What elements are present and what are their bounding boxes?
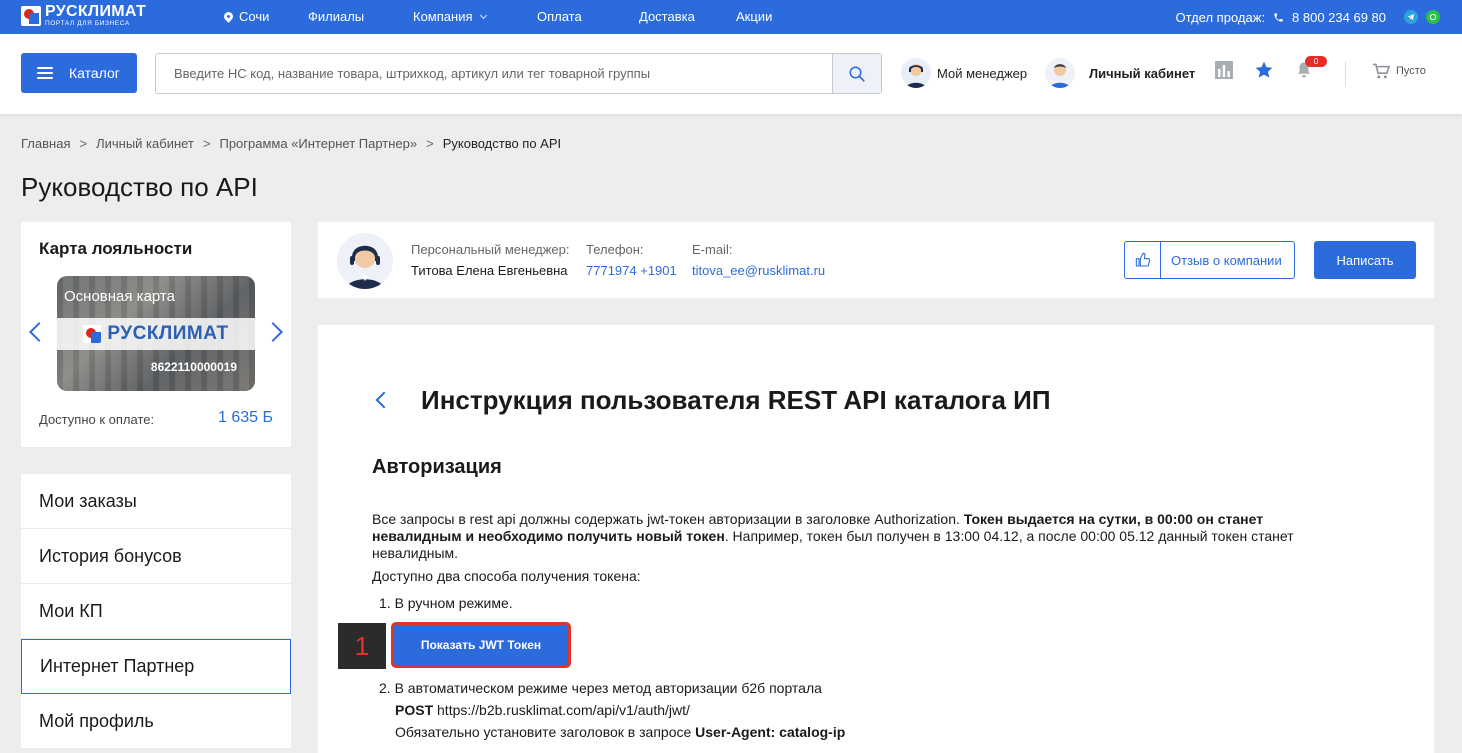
nav-delivery[interactable]: Доставка [639, 9, 695, 24]
show-jwt-token-button[interactable]: Показать JWT Токен [391, 622, 571, 668]
manager-avatar-icon [901, 58, 931, 88]
cart-label: Пусто [1396, 65, 1426, 77]
page-title: Руководство по API [21, 172, 258, 202]
notifications-bell-icon[interactable]: 0 [1295, 56, 1327, 80]
carousel-prev-icon[interactable] [29, 322, 49, 342]
manager-name: Титова Елена Евгеньевна [411, 263, 568, 278]
sidebar-item-bonus-history[interactable]: История бонусов [21, 529, 291, 584]
user-avatar-icon [1045, 58, 1075, 88]
catalog-button[interactable]: Каталог [21, 53, 137, 93]
nav-branches[interactable]: Филиалы [308, 9, 364, 24]
my-manager-link[interactable]: Мой менеджер [901, 53, 1027, 93]
chevron-down-icon [479, 11, 487, 20]
carousel-next-icon[interactable] [263, 322, 283, 342]
personal-cabinet-link[interactable]: Личный кабинет [1045, 53, 1195, 93]
available-label: Доступно к оплате: [39, 412, 155, 427]
loyalty-title: Карта лояльности [39, 239, 193, 258]
card-brand: РУСКЛИМАТ [107, 323, 229, 344]
breadcrumb-partner-program[interactable]: Программа «Интернет Партнер» [219, 136, 417, 151]
nav-company[interactable]: Компания [413, 9, 487, 24]
telegram-icon[interactable] [1404, 10, 1418, 24]
search-bar [155, 53, 882, 94]
card-name: Основная карта [64, 288, 175, 305]
manager-phone-label: Телефон: [586, 242, 644, 257]
review-company-button[interactable]: Отзыв о компании [1124, 241, 1295, 279]
search-icon [849, 66, 865, 82]
user-agent-note: Обязательно установите заголовок в запро… [395, 724, 846, 740]
catalog-label: Каталог [69, 65, 120, 81]
logo[interactable]: РУСКЛИМАТ ПОРТАЛ ДЛЯ БИЗНЕСА [21, 3, 147, 28]
manager-name-block: Персональный менеджер: Титова Елена Евге… [411, 242, 570, 278]
phone-icon [1274, 12, 1283, 22]
manager-email[interactable]: titova_ee@rusklimat.ru [692, 263, 825, 278]
manager-phone-block: Телефон: 7771974 +1901 [586, 242, 677, 278]
card-number: 8622110000019 [150, 360, 237, 374]
manager-email-block: E-mail: titova_ee@rusklimat.ru [692, 242, 825, 278]
sales-contacts: Отдел продаж: 8 800 234 69 80 [1175, 0, 1440, 34]
location-pin-icon [222, 10, 235, 23]
sidebar-item-my-profile[interactable]: Мой профиль [21, 694, 291, 749]
logo-subtitle: ПОРТАЛ ДЛЯ БИЗНЕСА [45, 20, 130, 28]
stats-icon[interactable] [1214, 60, 1234, 80]
review-company-label: Отзыв о компании [1171, 252, 1282, 268]
side-menu: Мои заказы История бонусов Мои КП Интерн… [21, 474, 291, 749]
personal-cabinet-label: Личный кабинет [1089, 65, 1196, 81]
sales-phone[interactable]: 8 800 234 69 80 [1292, 10, 1386, 25]
breadcrumb-cabinet[interactable]: Личный кабинет [96, 136, 194, 151]
section-heading: Авторизация [372, 456, 502, 478]
logo-mark-icon [21, 6, 41, 26]
manager-panel: Персональный менеджер: Титова Елена Евге… [318, 222, 1434, 298]
post-endpoint: POST https://b2b.rusklimat.com/api/v1/au… [395, 702, 690, 718]
my-manager-label: Мой менеджер [937, 65, 1028, 81]
write-button[interactable]: Написать [1314, 241, 1416, 279]
sidebar-item-my-orders[interactable]: Мои заказы [21, 474, 291, 529]
menu-icon [37, 67, 53, 79]
top-bar: РУСКЛИМАТ ПОРТАЛ ДЛЯ БИЗНЕСА Сочи Филиал… [0, 0, 1462, 34]
manager-email-label: E-mail: [692, 242, 733, 257]
favorites-star-icon[interactable] [1254, 60, 1274, 80]
loyalty-card-image: Основная карта РУСКЛИМАТ 8622110000019 [57, 276, 255, 391]
available-value: 1 635 Б [218, 409, 273, 426]
annotation-marker: 1 [338, 623, 386, 669]
nav-payment[interactable]: Оплата [537, 9, 582, 24]
card-logo-icon [83, 325, 102, 343]
search-button[interactable] [832, 54, 881, 93]
cart-icon [1373, 63, 1390, 79]
manager-phone[interactable]: 7771974 +1901 [586, 263, 677, 278]
logo-text: РУСКЛИМАТ [45, 3, 147, 21]
back-chevron-icon[interactable] [375, 391, 393, 409]
city-selector[interactable]: Сочи [222, 9, 269, 24]
breadcrumb-current: Руководство по API [442, 136, 562, 151]
guide-title: Инструкция пользователя REST API каталог… [421, 385, 1051, 415]
manager-name-label: Персональный менеджер: [411, 242, 570, 257]
breadcrumb-home[interactable]: Главная [21, 136, 70, 151]
step-1-text: 1. В ручном режиме. [379, 595, 513, 611]
main-header: Каталог Мой менеджер Личный кабинет 0 Пу… [0, 34, 1462, 114]
step-2-text: 2. В автоматическом режиме через метод а… [379, 680, 822, 696]
notifications-badge: 0 [1305, 56, 1327, 67]
nav-promotions[interactable]: Акции [736, 9, 772, 24]
header-divider [1345, 61, 1346, 87]
search-input[interactable] [156, 54, 832, 93]
manager-avatar [337, 233, 393, 289]
whatsapp-icon[interactable] [1426, 10, 1440, 24]
sales-label: Отдел продаж: [1175, 9, 1266, 25]
thumbs-up-icon [1125, 242, 1161, 278]
breadcrumb: Главная > Личный кабинет > Программа «Интерн… [21, 136, 562, 151]
cart-link[interactable]: Пусто [1372, 63, 1426, 79]
loyalty-card-panel: Карта лояльности Основная карта РУСКЛИМА… [21, 222, 291, 447]
api-guide-content: Инструкция пользователя REST API каталог… [318, 325, 1434, 753]
sidebar-item-my-quotes[interactable]: Мои КП [21, 584, 291, 639]
sidebar-item-internet-partner[interactable]: Интернет Партнер [21, 639, 291, 694]
methods-intro: Доступно два способа получения токена: [372, 568, 641, 584]
auth-paragraph: Все запросы в rest api должны содержать … [372, 511, 1294, 561]
